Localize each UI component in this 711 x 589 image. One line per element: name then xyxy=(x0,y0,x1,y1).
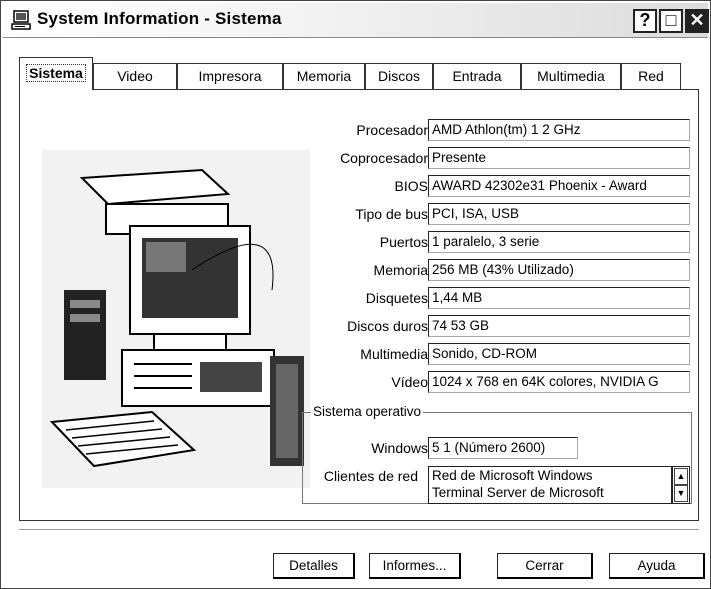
maximize-button[interactable]: □ xyxy=(659,9,683,33)
label-procesador: Procesador xyxy=(356,122,428,138)
window-title: System Information - Sistema xyxy=(37,9,282,28)
help-button[interactable]: ? xyxy=(633,9,657,33)
tab-red[interactable]: Red xyxy=(621,63,681,89)
value-puertos: 1 paralelo, 3 serie xyxy=(428,231,690,253)
system-info-icon xyxy=(11,10,31,30)
network-clients-list[interactable]: Red de Microsoft Windows Terminal Server… xyxy=(428,466,672,504)
value-disquetes: 1,44 MB xyxy=(428,287,690,309)
tab-memoria[interactable]: Memoria xyxy=(283,63,365,89)
separator xyxy=(19,529,699,530)
label-windows: Windows xyxy=(371,440,428,456)
title-bar[interactable]: System Information - Sistema ? □ ✕ xyxy=(3,3,709,38)
tab-discos[interactable]: Discos xyxy=(365,63,433,89)
close-icon: ✕ xyxy=(689,10,705,30)
tab-panel-sistema: Procesador AMD Athlon(tm) 1 2 GHz Coproc… xyxy=(19,89,699,521)
tab-sistema[interactable]: Sistema xyxy=(19,57,93,90)
value-tipo-de-bus: PCI, ISA, USB xyxy=(428,203,690,225)
value-coprocesador: Presente xyxy=(428,147,690,169)
value-multimedia: Sonido, CD-ROM xyxy=(428,343,690,365)
label-memoria: Memoria xyxy=(373,262,428,278)
tab-entrada[interactable]: Entrada xyxy=(433,63,521,89)
computer-illustration xyxy=(42,150,310,488)
value-memoria: 256 MB (43% Utilizado) xyxy=(428,259,690,281)
close-button[interactable]: ✕ xyxy=(685,9,709,33)
reports-button[interactable]: Informes... xyxy=(369,553,461,579)
tab-multimedia[interactable]: Multimedia xyxy=(521,63,621,89)
label-multimedia: Multimedia xyxy=(360,346,428,362)
label-discos-duros: Discos duros xyxy=(347,318,428,334)
label-bios: BIOS xyxy=(394,178,428,194)
value-windows: 5 1 (Número 2600) xyxy=(428,437,578,459)
label-clientes-de-red: Clientes de red xyxy=(323,468,418,484)
close-dialog-button[interactable]: Cerrar xyxy=(497,553,593,579)
label-coprocesador: Coprocesador xyxy=(340,150,428,166)
label-video: Vídeo xyxy=(391,374,428,390)
details-button[interactable]: Detalles xyxy=(273,553,355,579)
value-discos-duros: 74 53 GB xyxy=(428,315,690,337)
system-information-window: System Information - Sistema ? □ ✕ Siste… xyxy=(0,0,711,589)
list-item[interactable]: Terminal Server de Microsoft xyxy=(432,484,671,501)
maximize-icon: □ xyxy=(665,10,677,30)
label-puertos: Puertos xyxy=(379,234,428,250)
scroll-up-icon[interactable]: ▲ xyxy=(674,468,688,485)
tab-strip: Sistema Video Impresora Memoria Discos E… xyxy=(19,57,699,90)
tab-impresora[interactable]: Impresora xyxy=(177,63,283,89)
group-title-sistema-operativo: Sistema operativo xyxy=(311,404,424,419)
value-video: 1024 x 768 en 64K colores, NVIDIA G xyxy=(428,371,690,393)
value-bios: AWARD 42302e31 Phoenix - Award xyxy=(428,175,690,197)
label-tipo-de-bus: Tipo de bus xyxy=(355,206,428,222)
value-procesador: AMD Athlon(tm) 1 2 GHz xyxy=(428,119,690,141)
help-dialog-button[interactable]: Ayuda xyxy=(609,553,705,579)
list-item[interactable]: Red de Microsoft Windows xyxy=(432,467,671,484)
scroll-down-icon[interactable]: ▼ xyxy=(674,485,688,502)
help-icon: ? xyxy=(639,10,651,30)
list-scrollbar[interactable]: ▲ ▼ xyxy=(672,466,690,504)
label-disquetes: Disquetes xyxy=(365,290,428,306)
tab-video[interactable]: Video xyxy=(93,63,177,89)
